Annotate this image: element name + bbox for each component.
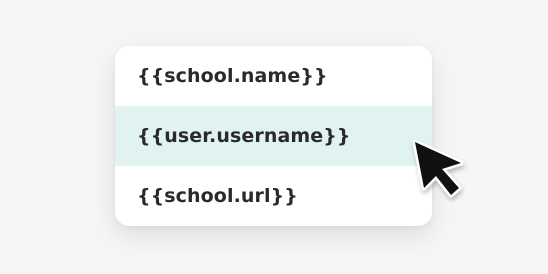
mouse-pointer-icon (412, 139, 464, 198)
menu-item-school-url[interactable]: {{school.url}} (115, 166, 432, 226)
menu-item-label: {{user.username}} (137, 125, 351, 147)
variable-dropdown-menu: {{school.name}} {{user.username}} {{scho… (115, 46, 432, 226)
menu-item-label: {{school.url}} (137, 185, 298, 207)
menu-item-school-name[interactable]: {{school.name}} (115, 46, 432, 106)
menu-item-label: {{school.name}} (137, 65, 328, 87)
menu-item-user-username[interactable]: {{user.username}} (115, 106, 432, 166)
